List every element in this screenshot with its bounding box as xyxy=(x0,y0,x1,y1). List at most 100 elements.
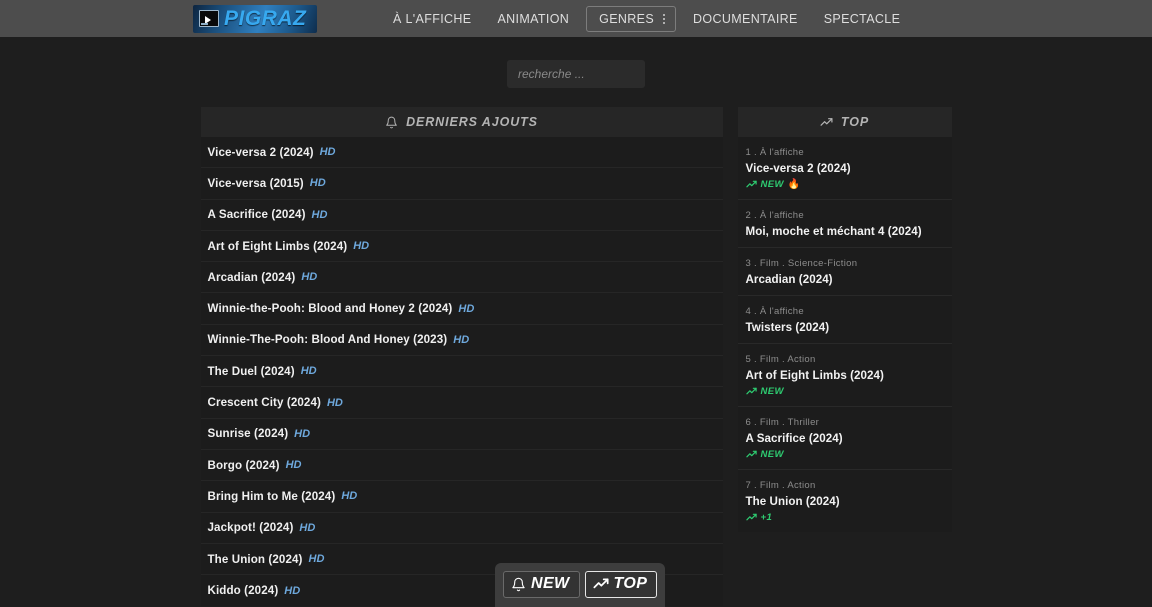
list-item[interactable]: Sunrise (2024) HD xyxy=(200,419,723,450)
top-list-item-title: The Union (2024) xyxy=(745,495,840,508)
list-item[interactable]: The Duel (2024) HD xyxy=(200,356,723,388)
monitor-play-icon xyxy=(199,10,219,27)
nav-item-genres-label: GENRES xyxy=(599,11,655,26)
list-item[interactable]: Winnie-the-Pooh: Blood and Honey 2 (2024… xyxy=(200,293,723,325)
quality-badge: HD xyxy=(300,365,317,378)
site-header: PIGRAZ À L'AFFICHE ANIMATION GENRES DOCU… xyxy=(0,0,1152,37)
list-item[interactable]: Winnie-The-Pooh: Blood And Honey (2023) H… xyxy=(200,325,723,357)
list-item-title: Kiddo (2024) xyxy=(207,584,279,598)
top-list-item-title: A Sacrifice (2024) xyxy=(745,432,843,445)
top-list-item[interactable]: 5 . Film . Action Art of Eight Limbs (202… xyxy=(737,344,952,407)
nav-item-genres[interactable]: GENRES xyxy=(586,5,677,32)
top-list-item-meta: 7 . Film . Action xyxy=(745,480,816,491)
search-input[interactable] xyxy=(507,60,645,88)
top-list-item[interactable]: 1 . À l'affiche Vice-versa 2 (2024) NEW 🔥 xyxy=(737,137,952,200)
top-list-item-meta: 5 . Film . Action xyxy=(745,354,816,365)
top-list-item[interactable]: 4 . À l'affiche Twisters (2024) xyxy=(737,296,952,344)
status-badge: NEW xyxy=(760,179,784,190)
nav-item-spectacle[interactable]: SPECTACLE xyxy=(811,7,914,31)
quality-badge: HD xyxy=(285,459,302,472)
quality-badge: HD xyxy=(326,396,343,409)
main-navigation: À L'AFFICHE ANIMATION GENRES DOCUMENTAIR… xyxy=(380,5,914,32)
trending-up-icon xyxy=(745,386,757,397)
float-button-new-label: NEW xyxy=(531,575,570,592)
list-item-title: Vice-versa 2 (2024) xyxy=(207,145,314,159)
status-badge: NEW xyxy=(760,386,784,397)
latest-additions-header: DERNIERS AJOUTS xyxy=(200,107,723,137)
list-item[interactable]: Bring Him to Me (2024) HD xyxy=(200,481,723,513)
list-item[interactable]: Jackpot! (2024) HD xyxy=(200,513,723,544)
quality-badge: HD xyxy=(284,584,301,597)
list-item-title: Borgo (2024) xyxy=(207,458,280,472)
top-list-item-meta: 4 . À l'affiche xyxy=(745,306,804,317)
list-item-title: Sunrise (2024) xyxy=(207,427,289,441)
trending-up-icon xyxy=(820,116,833,129)
nav-item-animation[interactable]: ANIMATION xyxy=(484,7,582,31)
top-list-item-title: Vice-versa 2 (2024) xyxy=(745,162,851,175)
status-badge: +1 xyxy=(760,512,773,523)
quality-badge: HD xyxy=(308,553,325,565)
list-item-title: The Duel (2024) xyxy=(207,364,295,378)
quality-badge: HD xyxy=(353,240,370,253)
quality-badge: HD xyxy=(311,208,328,221)
list-item[interactable]: Crescent City (2024) HD xyxy=(200,387,723,419)
logo-text: PIGRAZ xyxy=(224,6,307,30)
top-list-item[interactable]: 3 . Film . Science-Fiction Arcadian (2024… xyxy=(737,248,952,296)
status-badge: NEW xyxy=(760,449,784,460)
list-item-title: Bring Him to Me (2024) xyxy=(207,489,336,503)
top-list-item-title: Arcadian (2024) xyxy=(745,273,833,286)
top-list-item-badges: NEW xyxy=(745,386,944,397)
quality-badge: HD xyxy=(301,271,318,284)
site-logo[interactable]: PIGRAZ xyxy=(193,4,317,33)
list-item[interactable]: A Sacrifice (2024) HD xyxy=(200,200,723,231)
top-panel-title: TOP xyxy=(840,115,870,129)
top-list-item-meta: 1 . À l'affiche xyxy=(745,147,804,158)
top-list-item[interactable]: 6 . Film . Thriller A Sacrifice (2024) NEW xyxy=(737,407,952,470)
top-panel: TOP 1 . À l'affiche Vice-versa 2 (2024) NE… xyxy=(737,107,952,606)
nav-item-documentaire[interactable]: DOCUMENTAIRE xyxy=(680,7,811,31)
top-panel-header: TOP xyxy=(737,107,952,137)
latest-additions-panel: DERNIERS AJOUTS Vice-versa 2 (2024) HD Vic… xyxy=(200,107,723,607)
trending-up-icon xyxy=(745,449,757,460)
quality-badge: HD xyxy=(309,177,326,190)
list-item-title: Winnie-The-Pooh: Blood And Honey (2023) xyxy=(207,333,448,347)
list-item[interactable]: Vice-versa 2 (2024) HD xyxy=(200,137,723,169)
list-item-title: Vice-versa (2015) xyxy=(207,176,304,190)
kebab-menu-icon[interactable] xyxy=(663,13,666,24)
float-button-top-label: TOP xyxy=(613,575,648,592)
top-list-item[interactable]: 2 . À l'affiche Moi, moche et méchant 4 (… xyxy=(737,200,952,248)
main-content: DERNIERS AJOUTS Vice-versa 2 (2024) HD Vic… xyxy=(0,88,1152,607)
trending-up-icon xyxy=(745,512,757,523)
list-item[interactable]: Arcadian (2024) HD xyxy=(200,262,723,294)
list-item-title: Arcadian (2024) xyxy=(207,270,296,284)
quality-badge: HD xyxy=(299,521,316,534)
top-list-item-title: Moi, moche et méchant 4 (2024) xyxy=(745,225,922,238)
list-item[interactable]: Vice-versa (2015) HD xyxy=(200,168,723,200)
trending-up-icon xyxy=(592,576,609,592)
list-item-title: Jackpot! (2024) xyxy=(207,521,294,535)
float-button-new[interactable]: NEW xyxy=(503,571,580,598)
quality-badge: HD xyxy=(458,302,475,315)
top-list-item-title: Twisters (2024) xyxy=(745,321,830,334)
top-list-item-meta: 2 . À l'affiche xyxy=(745,210,804,221)
quality-badge: HD xyxy=(453,333,470,346)
bell-icon xyxy=(385,116,398,129)
top-list-item-meta: 6 . Film . Thriller xyxy=(745,417,820,428)
quality-badge: HD xyxy=(294,427,311,440)
quality-badge: HD xyxy=(319,146,336,159)
floating-filter-bar: NEW TOP xyxy=(495,563,666,607)
list-item-title: A Sacrifice (2024) xyxy=(207,208,306,222)
bell-icon xyxy=(511,577,526,592)
quality-badge: HD xyxy=(341,490,358,503)
latest-additions-list: Vice-versa 2 (2024) HD Vice-versa (2015) HD… xyxy=(200,137,723,607)
top-list-item-badges: +1 xyxy=(745,512,944,523)
list-item[interactable]: Art of Eight Limbs (2024) HD xyxy=(200,231,723,263)
top-ranking-list: 1 . À l'affiche Vice-versa 2 (2024) NEW 🔥 2 … xyxy=(737,137,952,532)
search-bar xyxy=(0,37,1152,88)
float-button-top[interactable]: TOP xyxy=(584,571,658,598)
list-item[interactable]: Borgo (2024) HD xyxy=(200,450,723,482)
top-list-item[interactable]: 7 . Film . Action The Union (2024) +1 xyxy=(738,470,952,532)
list-item-title: Crescent City (2024) xyxy=(207,396,321,410)
nav-item-a-laffiche[interactable]: À L'AFFICHE xyxy=(380,7,484,31)
list-item-title: The Union (2024) xyxy=(207,552,303,566)
